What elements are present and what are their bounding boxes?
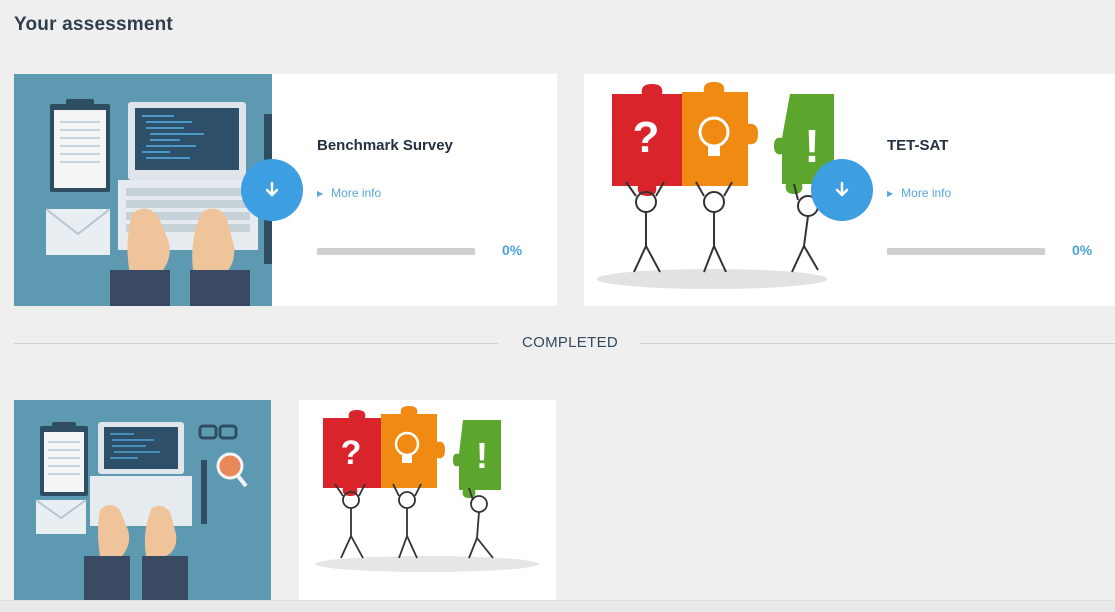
progress-percent: 0% (1072, 242, 1093, 258)
assessment-title: Benchmark Survey (317, 137, 453, 154)
more-info-link[interactable]: ▶ More info (317, 186, 381, 200)
assessment-card-benchmark[interactable]: Benchmark Survey ▶ More info 0% (14, 74, 557, 306)
progress-bar (887, 248, 1045, 255)
puzzle-pieces-illustration: ? ! (315, 406, 539, 572)
svg-text:!: ! (476, 435, 488, 476)
puzzle-pieces-illustration: ? ! (584, 74, 842, 306)
divider-left (14, 343, 498, 344)
download-arrow-icon (265, 181, 279, 197)
download-button[interactable] (241, 159, 303, 221)
bottom-edge (0, 600, 1115, 612)
svg-text:?: ? (341, 434, 362, 472)
assessment-title: TET-SAT (887, 137, 949, 154)
triangle-right-icon: ▶ (887, 189, 894, 198)
divider-right (640, 343, 1115, 344)
laptop-workspace-search-illustration (35, 422, 248, 600)
more-info-label: More info (331, 186, 382, 200)
page-title: Your assessment (14, 14, 173, 35)
progress-bar (317, 248, 475, 255)
download-button[interactable] (811, 159, 873, 221)
download-arrow-icon (835, 181, 849, 197)
assessment-card-tet-sat[interactable]: ? ! TET-SAT ▶ More info 0% (584, 74, 1115, 306)
svg-text:?: ? (633, 113, 660, 162)
svg-text:!: ! (804, 120, 819, 172)
more-info-label: More info (901, 186, 952, 200)
completed-heading: COMPLETED (521, 334, 619, 351)
progress-percent: 0% (502, 242, 523, 258)
triangle-right-icon: ▶ (317, 189, 324, 198)
more-info-link[interactable]: ▶ More info (887, 186, 951, 200)
completed-item-puzzle[interactable]: ? ! (299, 400, 556, 600)
laptop-workspace-illustration (14, 74, 272, 306)
completed-item-laptop[interactable] (14, 400, 271, 600)
